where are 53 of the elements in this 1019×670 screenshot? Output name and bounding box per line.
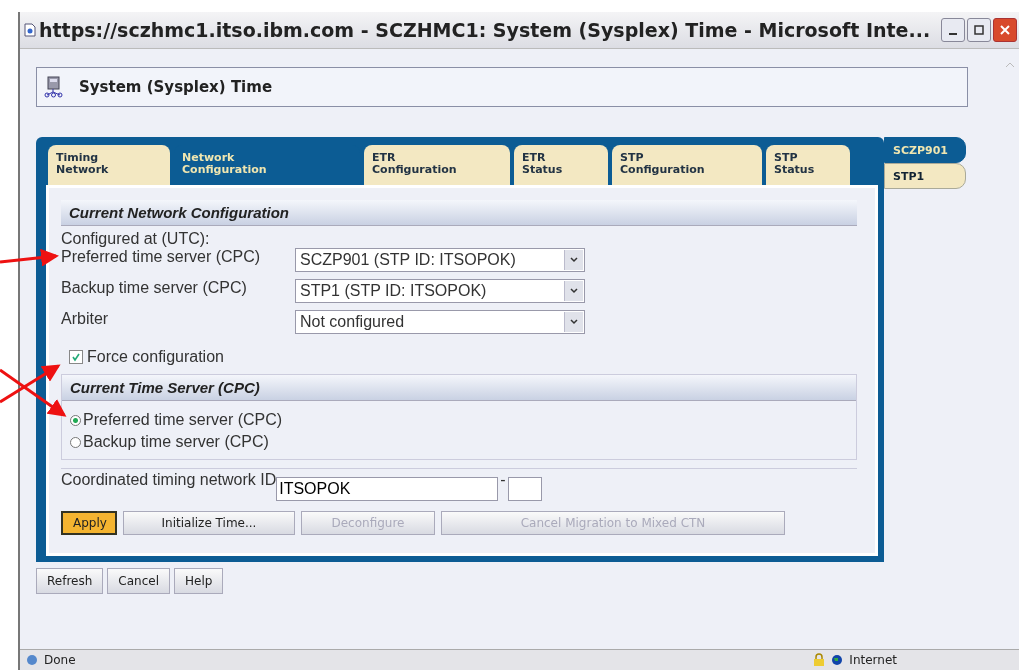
section-heading: Current Time Server (CPC) [62,375,856,401]
maximize-icon [974,25,984,35]
dropdown[interactable]: SCZP901 (STP ID: ITSOPOK) [295,248,585,272]
tab[interactable]: ETR Status [514,145,608,185]
globe-icon [831,654,844,666]
checkbox[interactable] [69,350,83,364]
page-icon [24,23,36,37]
field-label: Backup time server (CPC) [61,279,248,297]
dropdown[interactable]: STP1 (STP ID: ITSOPOK) [295,279,585,303]
page-title: System (Sysplex) Time [79,78,273,96]
radio-button[interactable] [70,436,81,448]
page-icon [26,654,38,666]
window-title: https://sczhmc1.itso.ibm.com - SCZHMC1: System (Sysplex) Time - Microsoft Inte... [39,19,932,41]
text-field[interactable]: ITSOPOK [276,477,499,501]
side-tab[interactable]: STP1 [884,163,966,189]
close-icon [1000,25,1010,35]
minimize-icon [949,33,957,35]
footer-button[interactable]: Refresh [36,568,104,594]
tab[interactable]: ETR Configuration [364,145,510,185]
separator-text: - [500,471,506,489]
caret-icon [564,281,583,301]
radio-label: Preferred time server (CPC) [83,411,283,429]
side-tab[interactable]: SCZP901 [884,137,966,163]
lock-icon [813,653,826,667]
radio-button[interactable] [70,414,81,426]
computer-network-icon [43,76,65,98]
action-button[interactable]: Initialize Time... [123,511,295,535]
dropdown[interactable]: Not configured [295,310,585,334]
text-field[interactable] [507,477,542,501]
scroll-up-icon [1005,62,1015,68]
section-heading: Current Network Configuration [61,200,857,226]
caret-icon [564,312,583,332]
maximize-button[interactable] [967,18,991,42]
field-label: Arbiter [61,310,110,328]
footer-button[interactable]: Help [174,568,224,594]
close-button[interactable] [993,18,1017,42]
radio-label: Backup time server (CPC) [83,433,269,451]
annotation-arrow [0,368,67,417]
tab[interactable]: Timing Network [48,145,170,185]
footer-button[interactable]: Cancel [107,568,170,594]
caret-icon [564,250,583,270]
status-text: Done [44,653,76,667]
tab[interactable]: STP Status [766,145,850,185]
configured-at-label: Configured at (UTC): [61,230,211,248]
checkbox-label: Force configuration [87,348,224,366]
field-label: Preferred time server (CPC) [61,248,262,266]
minimize-button[interactable] [941,18,965,42]
field-label: Coordinated timing network ID [61,471,277,489]
annotation-arrow [0,364,61,404]
annotation-arrow [0,248,59,267]
action-button[interactable]: Apply [61,511,117,535]
security-zone: Internet [849,653,897,667]
tab[interactable]: STP Configuration [612,145,762,185]
